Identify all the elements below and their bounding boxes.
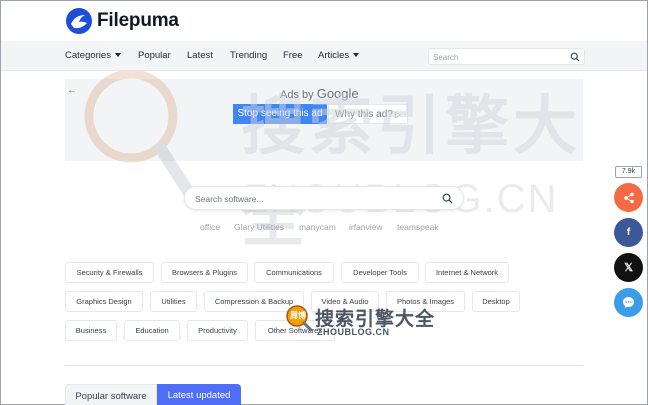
chevron-down-icon [353, 53, 360, 58]
nav-label: Categories [65, 50, 111, 61]
logo-text: Filepuma [97, 10, 179, 31]
google-label: Google [316, 86, 359, 101]
x-share-button[interactable]: 𝕏 [614, 253, 643, 282]
suggestion-link[interactable]: office [200, 222, 220, 232]
category-chip[interactable]: Video & Audio [311, 291, 379, 312]
category-chip[interactable]: Browsers & Plugins [161, 262, 248, 283]
category-chip[interactable]: Other Softwares [255, 320, 335, 341]
main-navbar: Categories Popular Latest Trending Free … [1, 41, 647, 71]
messenger-share-button[interactable] [614, 288, 643, 317]
software-search-input[interactable] [195, 192, 435, 205]
search-icon[interactable] [570, 52, 580, 62]
nav-label: Free [283, 50, 303, 61]
category-chip[interactable]: Business [65, 320, 117, 341]
section-divider [65, 365, 583, 366]
nav-label: Trending [230, 50, 268, 61]
category-chip[interactable]: Productivity [187, 320, 248, 341]
back-arrow-icon[interactable]: ← [67, 85, 77, 96]
category-chip[interactable]: Education [124, 320, 180, 341]
filepuma-logo[interactable]: Filepuma [65, 7, 179, 35]
facebook-share-button[interactable]: f [614, 218, 643, 247]
category-chip[interactable]: Communications [254, 262, 334, 283]
nav-articles[interactable]: Articles [318, 41, 360, 71]
filepuma-logo-icon [66, 8, 92, 34]
category-chip[interactable]: Compression & Backup [204, 291, 304, 312]
ads-by-google: Ads by Google [280, 86, 359, 101]
nav-categories[interactable]: Categories [65, 41, 121, 71]
search-icon[interactable] [442, 193, 453, 204]
tab-popular-software[interactable]: Popular software [65, 384, 157, 405]
category-chip[interactable]: Developer Tools [341, 262, 419, 283]
facebook-icon: f [626, 227, 631, 238]
play-icon: ▷ [394, 110, 401, 119]
nav-latest[interactable]: Latest [187, 41, 213, 71]
share-count: 7.9k [615, 166, 642, 178]
tab-latest-updated[interactable]: Latest updated [157, 384, 241, 405]
x-icon: 𝕏 [624, 262, 633, 274]
messenger-icon [623, 297, 634, 308]
suggestion-link[interactable]: manycam [299, 222, 336, 232]
top-header: Filepuma [1, 1, 647, 41]
share-button[interactable] [614, 183, 643, 212]
share-icon [623, 192, 634, 203]
suggestion-link[interactable]: teamspeak [397, 222, 439, 232]
nav-free[interactable]: Free [283, 41, 303, 71]
suggestion-link[interactable]: irfanview [349, 222, 383, 232]
ads-by-label: Ads by [280, 89, 314, 101]
category-chip[interactable]: Graphics Design [65, 291, 143, 312]
category-chip[interactable]: Photos & Images [386, 291, 465, 312]
why-this-ad-button[interactable]: Why this ad? ▷ [328, 104, 408, 124]
category-chip[interactable]: Desktop [472, 291, 520, 312]
nav-label: Articles [318, 50, 350, 61]
suggestion-link[interactable]: Glary Utilities [234, 222, 284, 232]
nav-popular[interactable]: Popular [138, 41, 171, 71]
nav-trending[interactable]: Trending [230, 41, 267, 71]
nav-search-input[interactable] [433, 51, 563, 63]
chevron-down-icon [114, 53, 121, 58]
stop-seeing-ad-button[interactable]: Stop seeing this ad [233, 104, 327, 124]
nav-search-box [428, 48, 585, 65]
nav-label: Latest [187, 50, 213, 61]
category-chip[interactable]: Security & Firewalls [65, 262, 154, 283]
software-search-box [184, 186, 464, 210]
category-chip[interactable]: Utilities [150, 291, 197, 312]
why-ad-label: Why this ad? [335, 109, 393, 120]
category-chip[interactable]: Internet & Network [425, 262, 509, 283]
nav-label: Popular [138, 50, 171, 61]
